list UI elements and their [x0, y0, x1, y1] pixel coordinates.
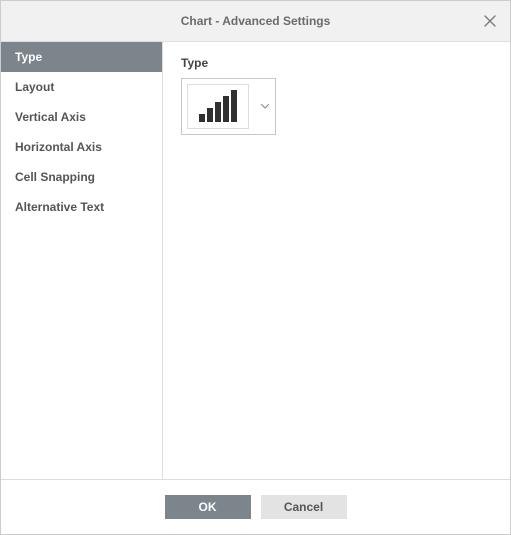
button-label: Cancel	[284, 500, 323, 514]
advanced-settings-dialog: Chart - Advanced Settings Type Layout Ve…	[0, 0, 511, 535]
sidebar-item-label: Alternative Text	[15, 200, 104, 214]
cancel-button[interactable]: Cancel	[261, 495, 347, 519]
sidebar-item-horizontal-axis[interactable]: Horizontal Axis	[1, 132, 162, 162]
chevron-down-icon	[254, 104, 275, 109]
sidebar-item-label: Cell Snapping	[15, 170, 95, 184]
dialog-body: Type Layout Vertical Axis Horizontal Axi…	[1, 42, 510, 479]
bar-chart-icon	[187, 84, 249, 129]
sidebar-item-label: Type	[15, 50, 42, 64]
button-label: OK	[199, 500, 217, 514]
dialog-footer: OK Cancel	[1, 479, 510, 534]
sidebar-item-layout[interactable]: Layout	[1, 72, 162, 102]
sidebar-item-label: Horizontal Axis	[15, 140, 102, 154]
dialog-titlebar: Chart - Advanced Settings	[1, 1, 510, 42]
sidebar-item-label: Layout	[15, 80, 54, 94]
sidebar-item-type[interactable]: Type	[1, 42, 162, 72]
chart-type-picker[interactable]	[181, 78, 276, 135]
settings-content: Type	[163, 42, 510, 479]
sidebar-item-vertical-axis[interactable]: Vertical Axis	[1, 102, 162, 132]
close-icon	[484, 12, 496, 30]
dialog-title: Chart - Advanced Settings	[181, 14, 331, 28]
close-button[interactable]	[470, 1, 510, 41]
type-field-label: Type	[181, 56, 492, 70]
settings-sidebar: Type Layout Vertical Axis Horizontal Axi…	[1, 42, 163, 479]
sidebar-item-cell-snapping[interactable]: Cell Snapping	[1, 162, 162, 192]
ok-button[interactable]: OK	[165, 495, 251, 519]
sidebar-item-alternative-text[interactable]: Alternative Text	[1, 192, 162, 222]
sidebar-item-label: Vertical Axis	[15, 110, 86, 124]
